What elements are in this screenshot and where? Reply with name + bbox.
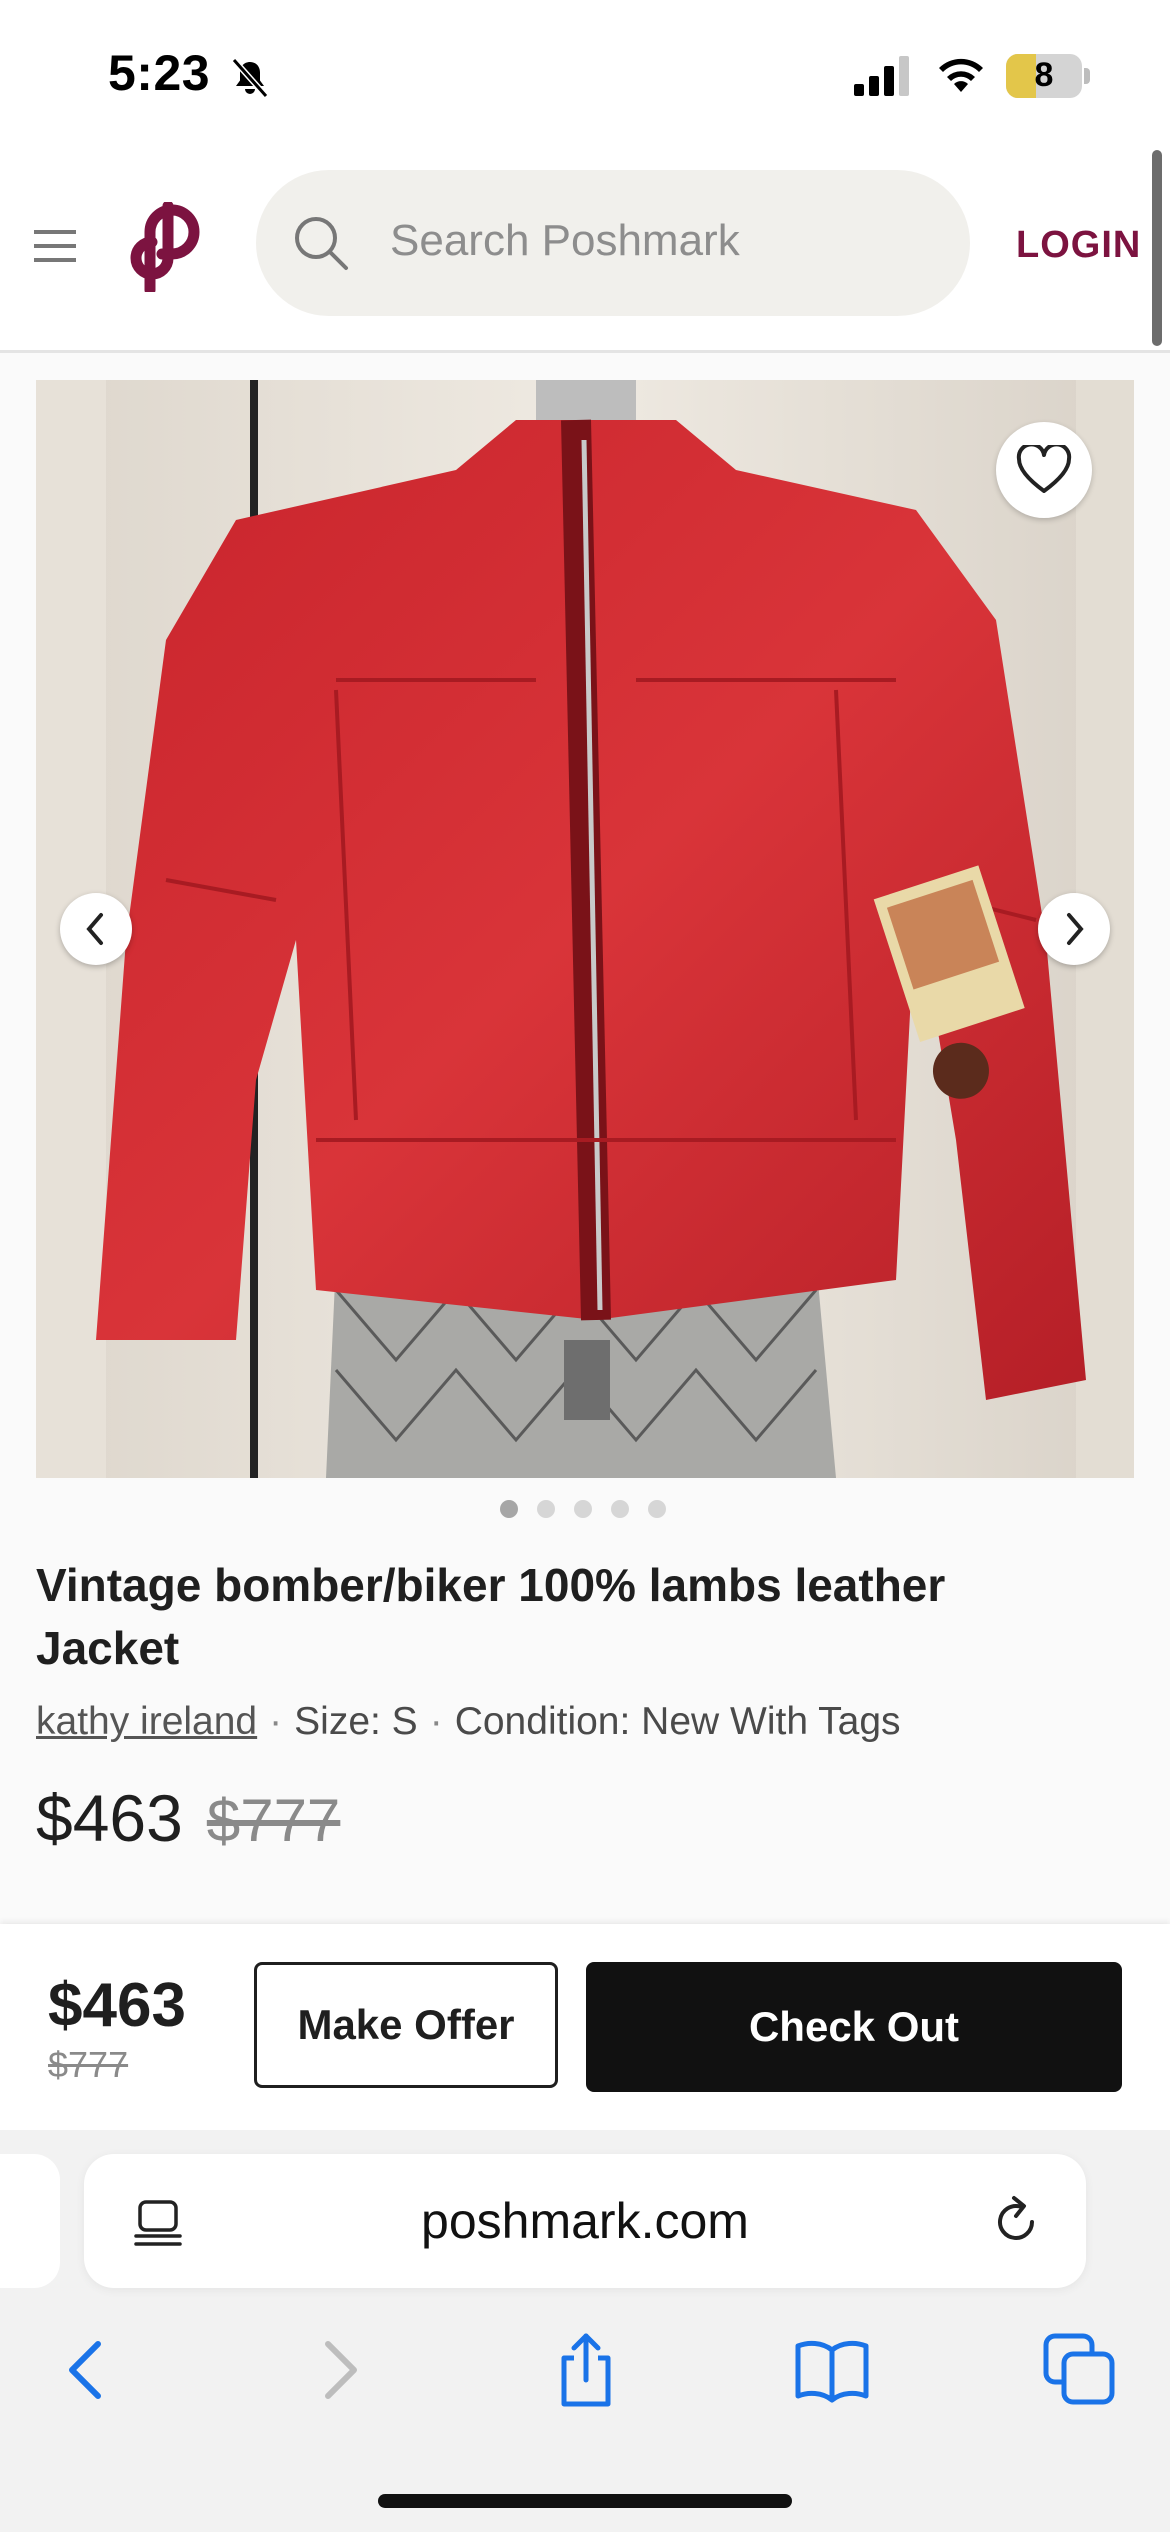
site-header: Search Poshmark LOGIN bbox=[0, 150, 1170, 353]
share-icon[interactable] bbox=[546, 2330, 626, 2410]
battery-level: 8 bbox=[1034, 56, 1054, 94]
chevron-right-icon bbox=[1067, 913, 1084, 945]
bar-price: $463 bbox=[48, 1971, 186, 2040]
search-icon bbox=[295, 217, 348, 270]
previous-image-button[interactable] bbox=[60, 893, 132, 965]
product-meta: kathy ireland · Size: S · Condition: New Wit… bbox=[36, 1700, 901, 1743]
scrollbar[interactable] bbox=[1152, 150, 1162, 346]
pagination-dot[interactable] bbox=[611, 1500, 629, 1518]
product-image[interactable] bbox=[36, 380, 1134, 1478]
status-bar: 5:23 8 bbox=[0, 0, 1170, 150]
purchase-bar: $463 $777 Make Offer Check Out bbox=[0, 1924, 1170, 2130]
pagination-dot[interactable] bbox=[648, 1500, 666, 1518]
price-row: $463 $777 bbox=[36, 1780, 340, 1856]
image-pagination bbox=[500, 1500, 666, 1518]
jacket-photo bbox=[36, 380, 1134, 1478]
menu-icon[interactable] bbox=[34, 230, 76, 262]
browser-chrome: poshmark.com bbox=[0, 2130, 1170, 2532]
make-offer-button[interactable]: Make Offer bbox=[254, 1962, 558, 2088]
bell-muted-icon bbox=[231, 58, 269, 98]
brand-link[interactable]: kathy ireland bbox=[36, 1700, 257, 1743]
pagination-dot[interactable] bbox=[537, 1500, 555, 1518]
status-time: 5:23 bbox=[108, 45, 211, 101]
back-icon[interactable] bbox=[48, 2330, 128, 2410]
cellular-signal-icon bbox=[854, 56, 909, 96]
pagination-dot[interactable] bbox=[574, 1500, 592, 1518]
product-title: Vintage bomber/biker 100% lambs leather … bbox=[36, 1559, 946, 1674]
search-input[interactable]: Search Poshmark bbox=[390, 216, 740, 266]
url-text[interactable]: poshmark.com bbox=[84, 2192, 1086, 2250]
poshmark-logo-icon[interactable] bbox=[128, 202, 204, 292]
chevron-left-icon bbox=[86, 913, 103, 945]
forward-icon[interactable] bbox=[298, 2330, 378, 2410]
bar-original-price: $777 bbox=[48, 2044, 129, 2085]
reload-icon[interactable] bbox=[990, 2194, 1044, 2250]
battery-icon: 8 bbox=[1006, 54, 1092, 98]
original-price: $777 bbox=[206, 1787, 341, 1854]
condition-label: Condition: New With Tags bbox=[454, 1700, 901, 1743]
tabs-icon[interactable] bbox=[1040, 2330, 1120, 2410]
next-image-button[interactable] bbox=[1038, 893, 1110, 965]
search-bar[interactable]: Search Poshmark bbox=[256, 170, 970, 316]
price: $463 bbox=[36, 1781, 183, 1855]
login-link[interactable]: LOGIN bbox=[1016, 224, 1141, 267]
like-button[interactable] bbox=[996, 422, 1092, 518]
check-out-button[interactable]: Check Out bbox=[586, 1962, 1122, 2092]
address-bar[interactable]: poshmark.com bbox=[84, 2154, 1086, 2288]
wifi-icon bbox=[939, 58, 983, 92]
pagination-dot[interactable] bbox=[500, 1500, 518, 1518]
heart-icon bbox=[1016, 445, 1072, 493]
previous-tab[interactable] bbox=[0, 2154, 60, 2288]
home-indicator[interactable] bbox=[378, 2494, 792, 2508]
bookmarks-icon[interactable] bbox=[792, 2330, 872, 2410]
size-label: Size: S bbox=[294, 1700, 418, 1743]
